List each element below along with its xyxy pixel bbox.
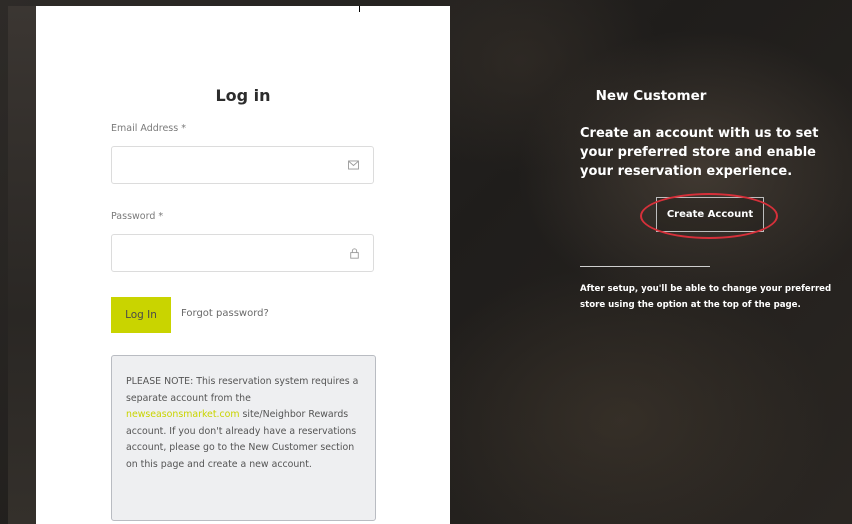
newseasons-link[interactable]: newseasonsmarket.com [126, 409, 240, 420]
section-divider [580, 266, 710, 267]
login-title: Log in [215, 86, 271, 105]
email-field[interactable] [111, 146, 374, 184]
password-label: Password * [111, 211, 164, 222]
left-background-strip [8, 6, 36, 524]
reservation-note: PLEASE NOTE: This reservation system req… [111, 355, 376, 521]
login-card: Log in Email Address * Password * Log In… [36, 6, 450, 524]
new-customer-description: Create an account with us to set your pr… [580, 126, 819, 179]
login-button[interactable]: Log In [111, 297, 171, 333]
email-label: Email Address * [111, 123, 186, 134]
envelope-icon [348, 160, 359, 170]
note-text-start: PLEASE NOTE: This reservation system req… [126, 376, 359, 404]
lock-icon [350, 248, 359, 259]
forgot-password-link[interactable]: Forgot password? [181, 308, 269, 319]
after-setup-text: After setup, you'll be able to change yo… [580, 284, 832, 310]
top-tick-mark [359, 6, 360, 12]
create-account-button[interactable]: Create Account [656, 197, 764, 232]
password-field[interactable] [111, 234, 374, 272]
new-customer-title: New Customer [595, 88, 707, 104]
new-customer-panel: New Customer Create an account with us t… [450, 6, 852, 524]
